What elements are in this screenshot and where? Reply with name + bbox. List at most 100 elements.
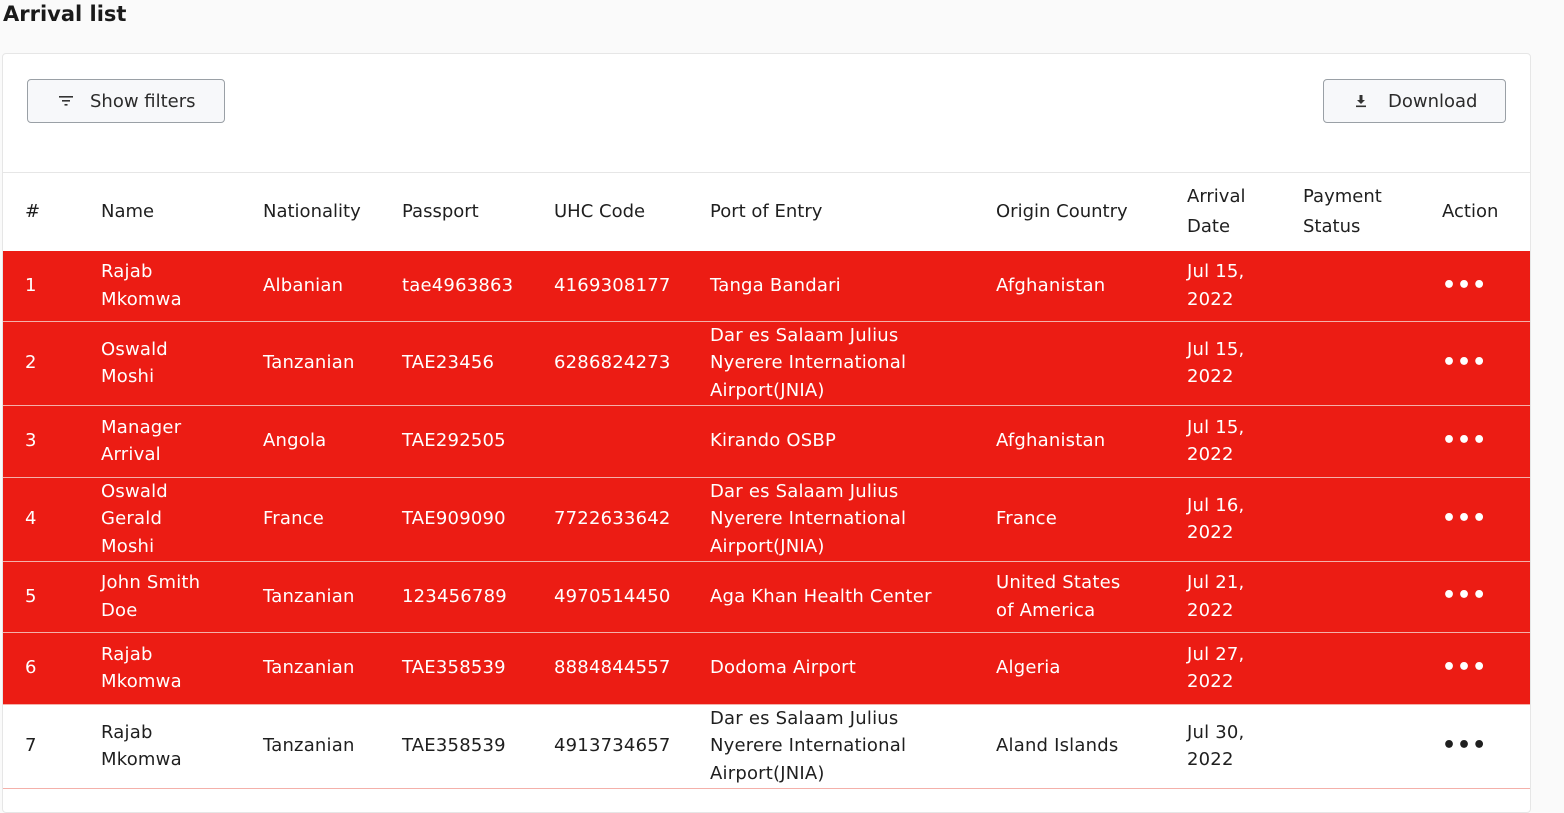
column-header-name[interactable]: Name <box>101 172 263 251</box>
cell-port-of-entry: Dar es Salaam Julius Nyerere Internationa… <box>710 477 996 562</box>
cell-origin-country: United States of America <box>996 561 1187 633</box>
arrival-table: # Name Nationality Passport UHC Code Por… <box>3 172 1530 789</box>
cell-name-line: Rajab <box>101 643 153 665</box>
cell-arrival-date: Jul 15, 2022 <box>1187 405 1303 478</box>
cell-port-of-entry-line: Tanga Bandari <box>710 275 841 296</box>
page-title: Arrival list <box>3 2 127 26</box>
cell-port-of-entry: Tanga Bandari <box>710 251 996 322</box>
cell-arrival-date: Jul 15, 2022 <box>1187 251 1303 322</box>
cell-uhc-code: 4169308177 <box>554 251 710 322</box>
more-actions-icon[interactable]: ••• <box>1442 273 1487 298</box>
cell-arrival-date: Jul 15, 2022 <box>1187 321 1303 406</box>
cell-passport: TAE23456 <box>402 321 554 406</box>
cell-arrival-date-line: 2022 <box>1187 599 1234 621</box>
cell-port-of-entry-line: Dar es Salaam Julius <box>710 480 899 502</box>
more-actions-icon[interactable]: ••• <box>1442 655 1487 680</box>
cell-uhc-code: 4913734657 <box>554 704 710 789</box>
cell-uhc-code: 4970514450 <box>554 561 710 633</box>
row-number: 5 <box>3 561 101 633</box>
more-actions-icon[interactable]: ••• <box>1442 583 1487 608</box>
column-header-arrival-date[interactable]: Arrival Date <box>1187 172 1303 251</box>
cell-action: ••• <box>1442 321 1530 406</box>
table-row[interactable]: 2 Oswald Moshi Tanzanian TAE23456 6286824273 D… <box>3 321 1530 406</box>
cell-port-of-entry-line: Dar es Salaam Julius <box>710 707 899 729</box>
cell-name-line: John Smith <box>101 572 201 593</box>
column-header-port-of-entry[interactable]: Port of Entry <box>710 172 996 251</box>
cell-payment-status <box>1303 704 1442 789</box>
table-row[interactable]: 4 Oswald Gerald Moshi France TAE909090 7722633… <box>3 477 1530 562</box>
column-header-action: Action <box>1442 172 1530 251</box>
cell-nationality: Tanzanian <box>263 321 402 406</box>
cell-arrival-date-line: Jul 15, <box>1187 338 1245 360</box>
cell-nationality: Tanzanian <box>263 632 402 705</box>
cell-origin-country-line: Afghanistan <box>996 275 1106 296</box>
cell-name-line: Arrival <box>101 444 161 465</box>
column-header-number: # <box>3 172 101 251</box>
table-row[interactable]: 6 Rajab Mkomwa Tanzanian TAE358539 8884844557… <box>3 632 1530 705</box>
cell-port-of-entry: Dar es Salaam Julius Nyerere Internationa… <box>710 321 996 406</box>
cell-port-of-entry-line: Airport(JNIA) <box>710 762 825 784</box>
cell-name: Oswald Gerald Moshi <box>101 477 263 562</box>
cell-arrival-date-line: 2022 <box>1187 444 1234 465</box>
table-row[interactable]: 7 Rajab Mkomwa Tanzanian TAE358539 4913734657… <box>3 704 1530 789</box>
table-row[interactable]: 3 Manager Arrival Angola TAE292505 Kirando OS… <box>3 405 1530 478</box>
cell-payment-status <box>1303 561 1442 633</box>
more-actions-icon[interactable]: ••• <box>1442 506 1487 531</box>
table-header-row: # Name Nationality Passport UHC Code Por… <box>3 172 1530 251</box>
column-header-nationality[interactable]: Nationality <box>263 172 402 251</box>
cell-passport: TAE292505 <box>402 405 554 478</box>
column-header-payment-status-line2: Status <box>1303 216 1361 237</box>
cell-action: ••• <box>1442 251 1530 322</box>
cell-port-of-entry-line: Dar es Salaam Julius <box>710 324 899 346</box>
cell-passport: TAE358539 <box>402 632 554 705</box>
table-row[interactable]: 5 John Smith Doe Tanzanian 123456789 49705144… <box>3 561 1530 633</box>
column-header-payment-status[interactable]: Payment Status <box>1303 172 1442 251</box>
cell-origin-country-line: of America <box>996 599 1096 621</box>
more-actions-icon[interactable]: ••• <box>1442 350 1487 375</box>
cell-name-line: Rajab <box>101 261 153 283</box>
cell-nationality: Albanian <box>263 251 402 322</box>
cell-name-line: Rajab <box>101 721 153 743</box>
row-number: 4 <box>3 477 101 562</box>
column-header-origin-country[interactable]: Origin Country <box>996 172 1187 251</box>
cell-origin-country-line: Algeria <box>996 657 1061 679</box>
column-header-arrival-date-line2: Date <box>1187 216 1231 237</box>
table-row[interactable]: 1 Rajab Mkomwa Albanian tae4963863 4169308177… <box>3 251 1530 322</box>
cell-arrival-date-line: 2022 <box>1187 366 1234 387</box>
row-number: 7 <box>3 704 101 789</box>
cell-payment-status <box>1303 405 1442 478</box>
cell-arrival-date-line: 2022 <box>1187 522 1234 543</box>
cell-arrival-date-line: Jul 16, <box>1187 494 1245 516</box>
cell-port-of-entry-line: Airport(JNIA) <box>710 535 825 557</box>
cell-arrival-date-line: Jul 15, <box>1187 261 1245 283</box>
cell-origin-country: Aland Islands <box>996 704 1187 789</box>
table-body: 1 Rajab Mkomwa Albanian tae4963863 4169308177… <box>3 251 1530 789</box>
download-button[interactable]: Download <box>1323 79 1506 123</box>
cell-port-of-entry-line: Nyerere International <box>710 508 907 530</box>
cell-arrival-date-line: Jul 15, <box>1187 416 1245 438</box>
more-actions-icon[interactable]: ••• <box>1442 428 1487 453</box>
cell-port-of-entry-line: Nyerere International <box>710 352 907 374</box>
cell-name-line: Mkomwa <box>101 749 182 770</box>
cell-name-line: Gerald <box>101 508 163 530</box>
cell-payment-status <box>1303 251 1442 322</box>
cell-uhc-code: 8884844557 <box>554 632 710 705</box>
cell-arrival-date: Jul 30, 2022 <box>1187 704 1303 789</box>
more-actions-icon[interactable]: ••• <box>1442 733 1487 758</box>
column-header-passport[interactable]: Passport <box>402 172 554 251</box>
cell-arrival-date: Jul 16, 2022 <box>1187 477 1303 562</box>
cell-name-line: Oswald <box>101 480 168 502</box>
cell-name: Rajab Mkomwa <box>101 632 263 705</box>
cell-name-line: Moshi <box>101 535 155 557</box>
arrival-list-card: Show filters Download # Name Nationality… <box>2 53 1531 813</box>
cell-arrival-date: Jul 21, 2022 <box>1187 561 1303 633</box>
cell-action: ••• <box>1442 704 1530 789</box>
cell-origin-country-line: United States <box>996 572 1121 593</box>
cell-name: Oswald Moshi <box>101 321 263 406</box>
cell-passport: TAE909090 <box>402 477 554 562</box>
cell-arrival-date-line: 2022 <box>1187 671 1234 692</box>
cell-port-of-entry-line: Dodoma Airport <box>710 657 857 679</box>
show-filters-button[interactable]: Show filters <box>27 79 225 123</box>
cell-action: ••• <box>1442 561 1530 633</box>
column-header-uhc-code[interactable]: UHC Code <box>554 172 710 251</box>
